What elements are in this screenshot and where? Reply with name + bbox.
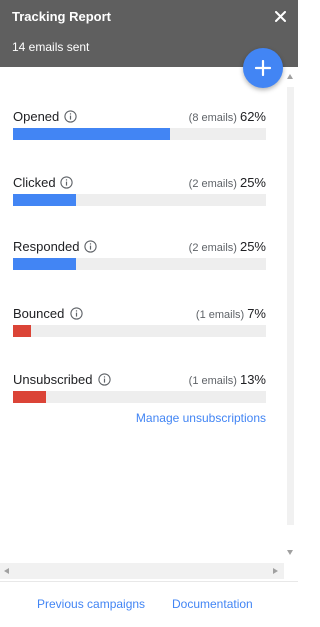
progress-bar xyxy=(13,325,266,337)
progress-fill xyxy=(13,391,46,403)
close-button[interactable] xyxy=(268,4,292,28)
metric-email-count: (1 emails) xyxy=(188,375,237,387)
metric-percent: 7% xyxy=(247,306,266,321)
metric-percent: 62% xyxy=(239,109,266,124)
progress-fill xyxy=(13,128,170,140)
metric-bounced: Bounced (1 emails) 7% xyxy=(13,304,266,348)
progress-fill xyxy=(13,194,77,206)
add-button[interactable] xyxy=(243,48,283,88)
metric-percent: 25% xyxy=(239,239,266,254)
footer: Previous campaigns Documentation xyxy=(0,581,298,627)
info-icon[interactable] xyxy=(98,373,111,386)
scroll-up-icon[interactable] xyxy=(287,74,293,79)
plus-icon xyxy=(255,60,271,76)
emails-sent-count: 14 emails sent xyxy=(12,40,90,54)
report-title: Tracking Report xyxy=(12,9,111,24)
previous-campaigns-link[interactable]: Previous campaigns xyxy=(37,597,145,611)
progress-bar xyxy=(13,128,266,140)
metric-email-count: (8 emails) xyxy=(188,112,237,124)
metric-responded: Responded (2 emails) 25% xyxy=(13,237,266,281)
info-icon[interactable] xyxy=(64,110,77,123)
metric-email-count: (2 emails) xyxy=(188,242,237,254)
info-icon[interactable] xyxy=(84,240,97,253)
documentation-link[interactable]: Documentation xyxy=(172,597,253,611)
progress-fill xyxy=(13,325,31,337)
metric-percent: 25% xyxy=(239,175,266,190)
scroll-down-icon[interactable] xyxy=(287,550,293,555)
metric-label: Clicked xyxy=(13,175,56,190)
progress-bar xyxy=(13,258,266,270)
metric-label: Unsubscribed xyxy=(13,372,93,387)
metric-email-count: (2 emails) xyxy=(188,178,237,190)
scroll-right-icon[interactable] xyxy=(273,568,278,574)
scrollbar-thumb[interactable] xyxy=(287,87,294,525)
progress-bar xyxy=(13,391,266,403)
info-icon[interactable] xyxy=(60,176,73,189)
metric-opened: Opened (8 emails) 62% xyxy=(13,107,266,151)
scroll-left-icon[interactable] xyxy=(4,568,9,574)
metric-clicked: Clicked (2 emails) 25% xyxy=(13,173,266,217)
metric-label: Responded xyxy=(13,239,80,254)
close-icon xyxy=(274,10,286,22)
info-icon[interactable] xyxy=(70,307,83,320)
report-content: Opened (8 emails) 62% Clicked (2 emails) 2… xyxy=(0,67,284,563)
progress-fill xyxy=(13,258,77,270)
progress-bar xyxy=(13,194,266,206)
metric-percent: 13% xyxy=(239,372,266,387)
horizontal-scrollbar[interactable] xyxy=(0,563,284,579)
manage-unsubscriptions-link[interactable]: Manage unsubscriptions xyxy=(136,411,266,425)
vertical-scrollbar[interactable] xyxy=(284,67,298,563)
metric-unsubscribed: Unsubscribed (1 emails) 13% xyxy=(13,370,266,414)
metric-label: Opened xyxy=(13,109,60,124)
metric-label: Bounced xyxy=(13,306,65,321)
metric-email-count: (1 emails) xyxy=(195,309,245,321)
